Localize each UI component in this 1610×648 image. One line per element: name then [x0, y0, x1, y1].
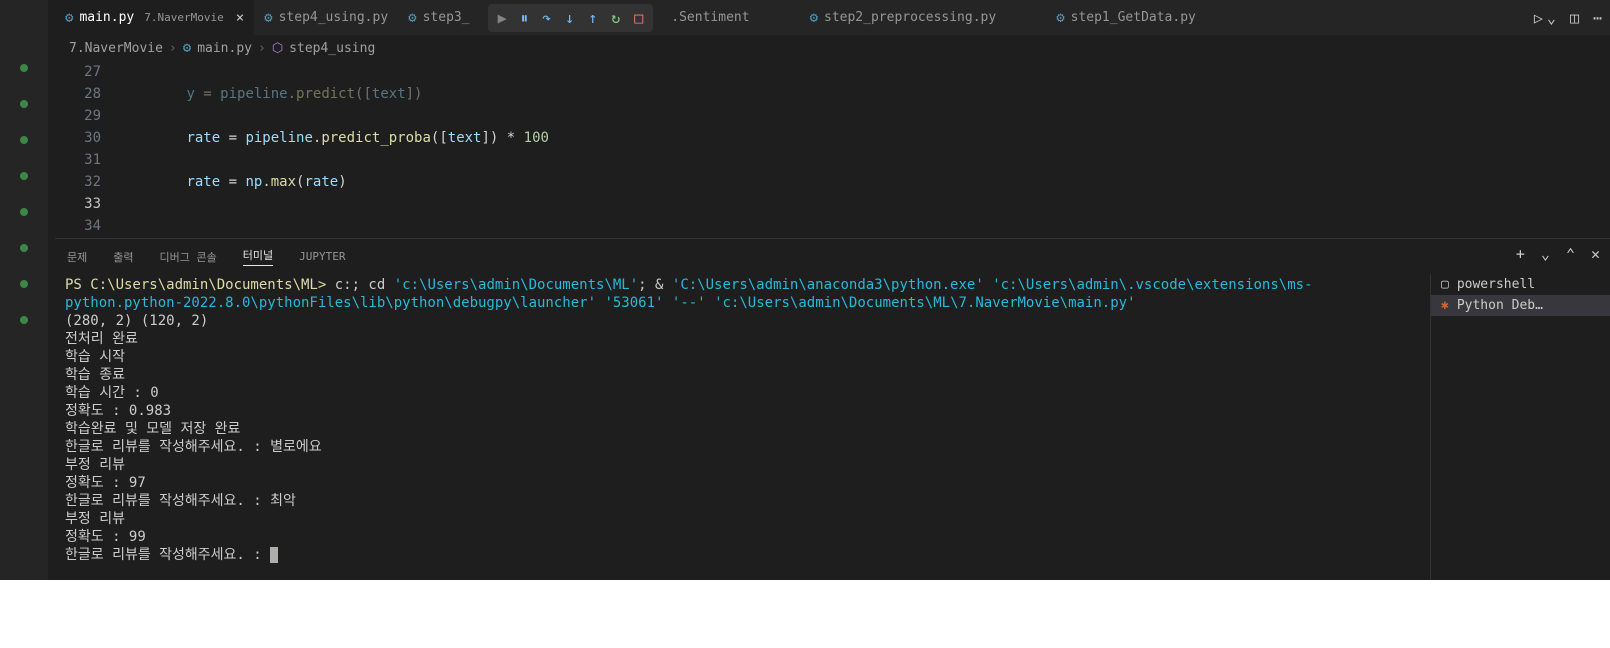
terminal-line: 학습완료 및 모델 저장 완료: [65, 421, 240, 437]
python-icon: ⚙: [183, 40, 191, 56]
status-dot-icon: [20, 64, 28, 72]
terminal-line: 학습 시작: [65, 349, 125, 365]
tab-step1[interactable]: ⚙ step1_GetData.py: [1046, 0, 1206, 35]
line-number: 29: [55, 105, 101, 127]
tab-label: step1_GetData.py: [1071, 10, 1196, 25]
tab-label: main.py: [79, 10, 134, 25]
maximize-icon[interactable]: ⌃: [1566, 245, 1575, 263]
new-terminal-icon[interactable]: +: [1516, 245, 1525, 263]
bottom-panel: 문제 출력 디버그 콘솔 터미널 JUPYTER + ⌄ ⌃ ✕ PS C:\U…: [55, 238, 1610, 580]
status-dot-icon: [20, 100, 28, 108]
panel-tabs: 문제 출력 디버그 콘솔 터미널 JUPYTER: [55, 239, 1610, 274]
split-editor-icon[interactable]: ◫: [1570, 9, 1579, 27]
terminal-line: 전처리 완료: [65, 331, 138, 347]
tab-label: step2_preprocessing.py: [824, 10, 996, 25]
status-dot-icon: [20, 136, 28, 144]
close-icon[interactable]: ✕: [1591, 245, 1600, 263]
python-icon: ⚙: [65, 10, 73, 26]
status-dot-icon: [20, 244, 28, 252]
symbol-icon: ⬡: [272, 41, 283, 56]
terminal-line: 한글로 리뷰를 작성해주세요. :: [65, 547, 270, 563]
terminal-cursor: [270, 547, 278, 563]
editor[interactable]: 27 28 29 30 31 32 33 34 y = pipeline.pre…: [55, 61, 1610, 238]
line-number: 27: [55, 61, 101, 83]
activity-bar: [0, 0, 48, 580]
tab-debug-console[interactable]: 디버그 콘솔: [160, 249, 217, 265]
close-icon[interactable]: ×: [236, 10, 244, 26]
python-icon: ⚙: [264, 10, 272, 26]
continue-icon[interactable]: ▶: [498, 9, 507, 27]
breadcrumb-item[interactable]: step4_using: [289, 41, 375, 56]
chevron-down-icon[interactable]: ⌄: [1541, 245, 1550, 263]
tab-jupyter[interactable]: JUPYTER: [299, 250, 345, 263]
breadcrumb-item[interactable]: 7.NaverMovie: [69, 41, 163, 56]
tab-label: .Sentiment: [671, 10, 749, 25]
run-icon[interactable]: ▷: [1534, 9, 1543, 27]
line-number: 31: [55, 149, 101, 171]
chevron-down-icon[interactable]: ⌄: [1547, 9, 1556, 27]
terminal-item-powershell[interactable]: ▢ powershell: [1431, 274, 1610, 295]
terminal-line: 부정 리뷰: [65, 511, 125, 527]
tab-terminal[interactable]: 터미널: [243, 247, 273, 266]
python-icon: ⚙: [810, 10, 818, 26]
terminal-item-label: Python Deb…: [1457, 298, 1543, 313]
line-number: 30: [55, 127, 101, 149]
step-out-icon[interactable]: ↑: [588, 9, 597, 27]
breadcrumb-item[interactable]: main.py: [197, 41, 252, 56]
terminal-line: 정확도 : 0.983: [65, 403, 171, 419]
python-icon: ⚙: [408, 10, 416, 26]
stop-icon[interactable]: □: [634, 9, 643, 27]
terminal-list: ▢ powershell ✱ Python Deb…: [1430, 274, 1610, 580]
chevron-right-icon: ›: [258, 41, 266, 56]
more-icon[interactable]: ⋯: [1593, 9, 1602, 27]
panel-actions: + ⌄ ⌃ ✕: [1516, 245, 1600, 263]
python-icon: ⚙: [1056, 10, 1064, 26]
line-number: 33: [55, 193, 101, 215]
terminal-line: 학습 종료: [65, 367, 125, 383]
debug-icon: ✱: [1441, 298, 1449, 313]
tab-main-py[interactable]: ⚙ main.py 7.NaverMovie ×: [55, 0, 254, 35]
breadcrumb[interactable]: 7.NaverMovie › ⚙ main.py › ⬡ step4_using: [55, 35, 1610, 61]
tab-label: step3_: [423, 10, 470, 25]
tab-step2[interactable]: ⚙ step2_preprocessing.py: [800, 0, 1007, 35]
tab-output[interactable]: 출력: [113, 249, 133, 265]
tab-label: step4_using.py: [279, 10, 389, 25]
line-number: 34: [55, 215, 101, 237]
tab-desc: 7.NaverMovie: [144, 11, 223, 24]
restart-icon[interactable]: ↻: [611, 9, 620, 27]
bottom-blank: [0, 580, 1610, 648]
terminal-item-python-debug[interactable]: ✱ Python Deb…: [1431, 295, 1610, 316]
terminal-output[interactable]: PS C:\Users\admin\Documents\ML> c:; cd '…: [55, 274, 1425, 580]
tab-step3[interactable]: ⚙ step3_: [398, 0, 479, 35]
terminal-line: (280, 2) (120, 2): [65, 313, 208, 329]
terminal-line: 한글로 리뷰를 작성해주세요. : 별로에요: [65, 439, 322, 455]
status-dot-icon: [20, 208, 28, 216]
terminal-icon: ▢: [1441, 277, 1449, 292]
tab-step4[interactable]: ⚙ step4_using.py: [254, 0, 398, 35]
line-number: 32: [55, 171, 101, 193]
tab-problems[interactable]: 문제: [67, 249, 87, 265]
line-number: 28: [55, 83, 101, 105]
debug-toolbar: ▶ ⏸ ↷ ↓ ↑ ↻ □: [488, 4, 654, 32]
terminal-line: 학습 시간 : 0: [65, 385, 159, 401]
terminal-line: 부정 리뷰: [65, 457, 125, 473]
editor-actions: ▷ ⌄ ◫ ⋯: [1534, 0, 1602, 35]
terminal-line: 정확도 : 97: [65, 475, 146, 491]
status-dot-icon: [20, 316, 28, 324]
tab-bar: ⚙ main.py 7.NaverMovie × ⚙ step4_using.p…: [55, 0, 1610, 35]
line-gutter: 27 28 29 30 31 32 33 34: [55, 61, 119, 238]
terminal-line: 한글로 리뷰를 작성해주세요. : 최악: [65, 493, 296, 509]
pause-icon[interactable]: ⏸: [521, 9, 529, 27]
status-dot-icon: [20, 280, 28, 288]
code-area[interactable]: y = pipeline.predict([text]) rate = pipe…: [119, 61, 1610, 238]
status-dot-icon: [20, 172, 28, 180]
step-into-icon[interactable]: ↓: [565, 9, 574, 27]
chevron-right-icon: ›: [169, 41, 177, 56]
tab-sentiment[interactable]: .Sentiment: [661, 0, 759, 35]
terminal-line: 정확도 : 99: [65, 529, 146, 545]
step-over-icon[interactable]: ↷: [542, 9, 551, 27]
terminal-item-label: powershell: [1457, 277, 1535, 292]
